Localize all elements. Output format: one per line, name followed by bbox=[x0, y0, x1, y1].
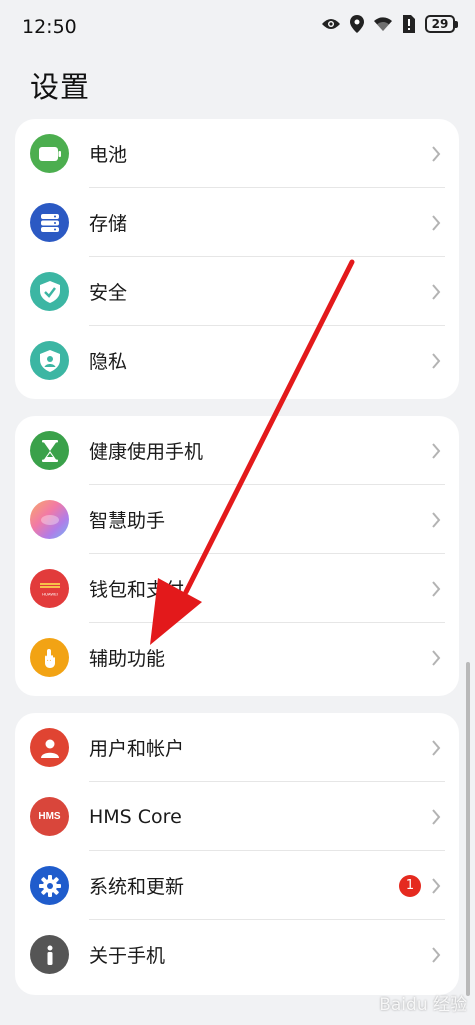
settings-group-2: 健康使用手机 智慧助手 HUAWEI 钱包和支付 辅助功能 bbox=[15, 416, 459, 696]
gear-icon bbox=[30, 866, 69, 905]
sim-alert-icon bbox=[399, 14, 419, 34]
update-badge: 1 bbox=[399, 874, 421, 897]
settings-item-security[interactable]: 安全 bbox=[15, 257, 459, 326]
status-icons: 29 bbox=[321, 14, 458, 34]
info-icon bbox=[30, 935, 69, 974]
battery-icon bbox=[30, 134, 69, 173]
shield-check-icon bbox=[30, 272, 69, 311]
status-bar: 12:50 29 bbox=[0, 0, 475, 56]
settings-item-label: 存储 bbox=[89, 213, 128, 235]
settings-item-digital-balance[interactable]: 健康使用手机 bbox=[15, 416, 459, 485]
user-icon bbox=[30, 728, 69, 767]
hand-tap-icon bbox=[30, 638, 69, 677]
chevron-right-icon bbox=[431, 511, 445, 528]
hms-icon: HMS bbox=[30, 797, 69, 836]
settings-group-1: 电池 存储 安全 隐私 bbox=[15, 119, 459, 399]
settings-item-label: 辅助功能 bbox=[89, 648, 166, 670]
settings-item-privacy[interactable]: 隐私 bbox=[15, 326, 459, 395]
chevron-right-icon bbox=[431, 145, 445, 162]
location-icon bbox=[347, 14, 367, 34]
settings-item-label: 钱包和支付 bbox=[89, 579, 185, 601]
settings-item-wallet[interactable]: HUAWEI 钱包和支付 bbox=[15, 554, 459, 623]
chevron-right-icon bbox=[431, 580, 445, 597]
settings-item-label: 隐私 bbox=[89, 351, 128, 373]
settings-item-label: 关于手机 bbox=[89, 945, 166, 967]
hourglass-icon bbox=[30, 431, 69, 470]
wallet-icon: HUAWEI bbox=[30, 569, 69, 608]
battery-indicator: 29 bbox=[425, 15, 458, 33]
settings-item-label: 用户和帐户 bbox=[89, 738, 185, 760]
storage-icon bbox=[30, 203, 69, 242]
settings-item-label: 安全 bbox=[89, 282, 128, 304]
scrollbar[interactable] bbox=[466, 662, 470, 996]
settings-item-label: 智慧助手 bbox=[89, 510, 166, 532]
chevron-right-icon bbox=[431, 214, 445, 231]
celia-icon bbox=[30, 500, 69, 539]
settings-item-label: HMS Core bbox=[89, 805, 182, 828]
chevron-right-icon bbox=[431, 877, 445, 894]
settings-item-accessibility[interactable]: 辅助功能 bbox=[15, 623, 459, 692]
status-time: 12:50 bbox=[22, 16, 77, 38]
eye-icon bbox=[321, 14, 341, 34]
chevron-right-icon bbox=[431, 739, 445, 756]
settings-item-label: 系统和更新 bbox=[89, 876, 185, 898]
watermark: Baidu 经验 bbox=[379, 995, 467, 1015]
chevron-right-icon bbox=[431, 283, 445, 300]
settings-item-storage[interactable]: 存储 bbox=[15, 188, 459, 257]
hms-icon-text: HMS bbox=[38, 811, 61, 822]
chevron-right-icon bbox=[431, 649, 445, 666]
chevron-right-icon bbox=[431, 352, 445, 369]
settings-item-label: 健康使用手机 bbox=[89, 441, 204, 463]
privacy-icon bbox=[30, 341, 69, 380]
chevron-right-icon bbox=[431, 808, 445, 825]
wifi-icon bbox=[373, 14, 393, 34]
page-title: 设置 bbox=[30, 70, 91, 104]
settings-item-about-phone[interactable]: 关于手机 bbox=[15, 920, 459, 989]
settings-item-users-accounts[interactable]: 用户和帐户 bbox=[15, 713, 459, 782]
settings-item-system-update[interactable]: 系统和更新 1 bbox=[15, 851, 459, 920]
settings-item-smart-assistant[interactable]: 智慧助手 bbox=[15, 485, 459, 554]
wallet-icon-text: HUAWEI bbox=[42, 591, 58, 596]
settings-item-hms-core[interactable]: HMS HMS Core bbox=[15, 782, 459, 851]
chevron-right-icon bbox=[431, 442, 445, 459]
settings-group-3: 用户和帐户 HMS HMS Core 系统和更新 1 关于手机 bbox=[15, 713, 459, 995]
chevron-right-icon bbox=[431, 946, 445, 963]
settings-item-label: 电池 bbox=[89, 144, 128, 166]
settings-item-battery[interactable]: 电池 bbox=[15, 119, 459, 188]
